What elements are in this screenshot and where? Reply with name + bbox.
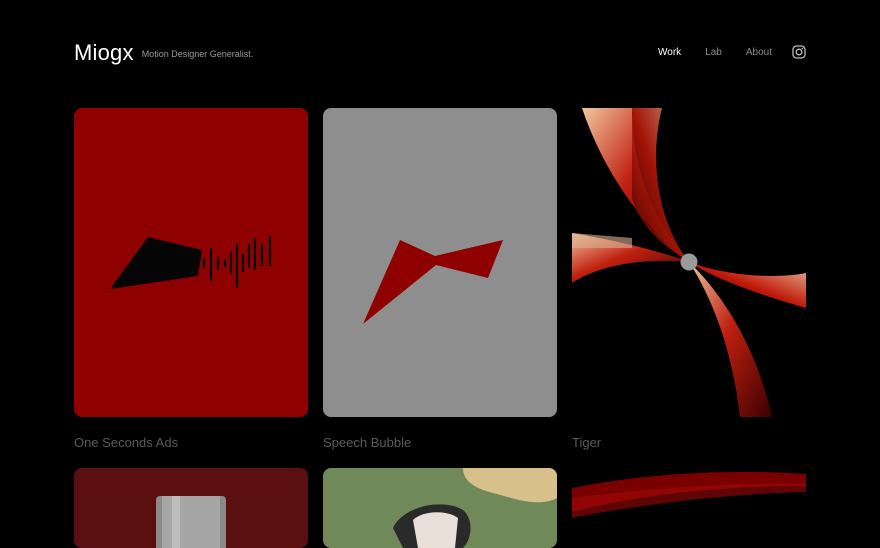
- project-card-6[interactable]: [572, 468, 806, 548]
- project-card-5[interactable]: [323, 468, 557, 548]
- nav-lab[interactable]: Lab: [705, 47, 722, 58]
- project-card-4[interactable]: [74, 468, 308, 548]
- tiger-artwork: [572, 108, 806, 417]
- photo-artwork: [393, 468, 557, 548]
- abstract-artwork: [572, 471, 806, 518]
- speech-bubble-artwork: [363, 240, 503, 324]
- instagram-icon[interactable]: [792, 45, 806, 59]
- project-card-one-seconds-ads[interactable]: [74, 108, 308, 417]
- nav-work[interactable]: Work: [658, 47, 681, 58]
- brand: Miogx Motion Designer Generalist.: [74, 40, 253, 66]
- project-title[interactable]: Speech Bubble: [323, 435, 411, 450]
- site-header: Miogx Motion Designer Generalist. Work L…: [74, 40, 806, 70]
- main-nav: Work Lab About: [634, 45, 806, 59]
- product-artwork: [156, 496, 226, 548]
- megaphone-artwork: [110, 236, 272, 289]
- site-tagline: Motion Designer Generalist.: [141, 49, 254, 59]
- site-logo[interactable]: Miogx: [74, 40, 134, 66]
- project-title[interactable]: One Seconds Ads: [74, 435, 178, 450]
- project-card-tiger[interactable]: [572, 108, 806, 417]
- nav-about[interactable]: About: [746, 47, 772, 58]
- project-title[interactable]: Tiger: [572, 435, 601, 450]
- project-card-speech-bubble[interactable]: [323, 108, 557, 417]
